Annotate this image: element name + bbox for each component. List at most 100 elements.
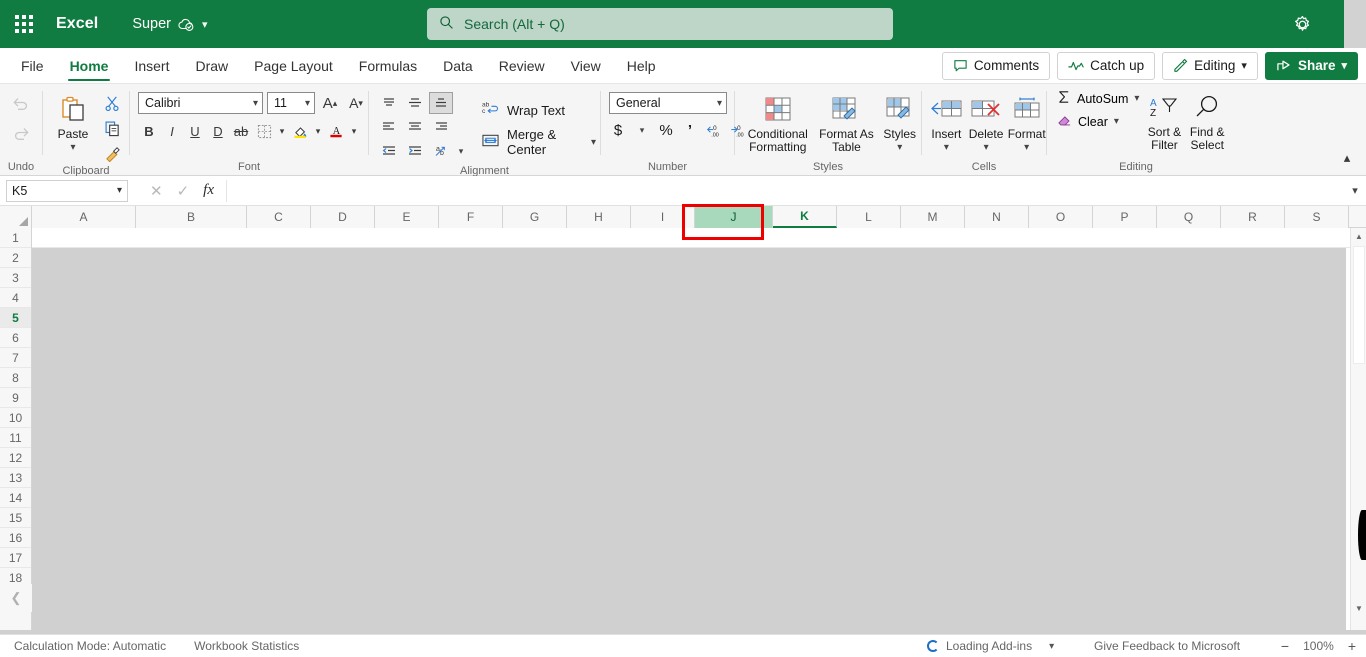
row-header-14[interactable]: 14 [0, 488, 31, 508]
column-header-r[interactable]: R [1221, 206, 1285, 228]
align-middle-icon[interactable] [403, 92, 427, 114]
format-cells-button[interactable]: Format ▾ [1007, 90, 1046, 154]
chevron-down-icon[interactable]: ▾ [1049, 641, 1054, 652]
chevron-down-icon[interactable]: ▾ [1344, 184, 1366, 197]
insert-cells-button[interactable]: Insert ▾ [928, 90, 965, 154]
tab-data[interactable]: Data [430, 48, 486, 83]
chevron-down-icon[interactable]: ▾ [984, 141, 989, 154]
column-header-c[interactable]: C [247, 206, 311, 228]
column-header-h[interactable]: H [567, 206, 631, 228]
chevron-down-icon[interactable]: ▾ [1341, 59, 1347, 72]
currency-icon[interactable]: $ [609, 122, 627, 139]
chevron-down-icon[interactable]: ▾ [591, 137, 596, 148]
chevron-down-icon[interactable]: ▾ [944, 141, 949, 154]
document-name[interactable]: Super ▾ [132, 16, 207, 33]
paste-button[interactable]: Paste ▾ [47, 90, 99, 154]
merge-center-button[interactable]: Merge & Center ▾ [477, 127, 600, 157]
row-header-15[interactable]: 15 [0, 508, 31, 528]
tab-draw[interactable]: Draw [182, 48, 241, 83]
chevron-down-icon[interactable]: ▾ [312, 120, 324, 142]
cut-icon[interactable] [101, 92, 123, 114]
vertical-scrollbar[interactable]: ▲ ▼ [1350, 228, 1366, 634]
scrollbar-thumb[interactable] [1353, 246, 1365, 364]
font-color-icon[interactable]: A [325, 120, 347, 142]
column-header-a[interactable]: A [32, 206, 136, 228]
underline-button[interactable]: U [184, 120, 206, 142]
workbook-statistics-status[interactable]: Workbook Statistics [194, 639, 299, 653]
comments-button[interactable]: Comments [941, 51, 1051, 80]
decrease-font-size-icon[interactable]: A ▾ [345, 92, 367, 114]
column-header-s[interactable]: S [1285, 206, 1349, 228]
chevron-down-icon[interactable]: ▾ [897, 141, 902, 154]
scroll-down-arrow-icon[interactable]: ▼ [1351, 600, 1366, 616]
chevron-down-icon[interactable]: ▾ [276, 120, 288, 142]
chevron-down-icon[interactable]: ▾ [455, 140, 467, 162]
tab-help[interactable]: Help [614, 48, 669, 83]
decrease-indent-icon[interactable] [377, 140, 401, 162]
chevron-down-icon[interactable]: ▾ [1134, 93, 1139, 104]
formula-input[interactable] [225, 179, 1340, 202]
percent-icon[interactable]: % [657, 122, 675, 139]
tab-view[interactable]: View [558, 48, 614, 83]
redo-icon[interactable] [10, 122, 32, 144]
chevron-down-icon[interactable]: ▾ [633, 125, 651, 136]
select-all-corner-icon[interactable] [0, 206, 32, 228]
row-header-3[interactable]: 3 [0, 268, 31, 288]
column-header-d[interactable]: D [311, 206, 375, 228]
calculation-mode-status[interactable]: Calculation Mode: Automatic [14, 639, 166, 653]
chevron-down-icon[interactable]: ▾ [1024, 141, 1029, 154]
row-header-11[interactable]: 11 [0, 428, 31, 448]
column-header-p[interactable]: P [1093, 206, 1157, 228]
tab-formulas[interactable]: Formulas [346, 48, 430, 83]
row-header-12[interactable]: 12 [0, 448, 31, 468]
row-header-17[interactable]: 17 [0, 548, 31, 568]
search-input[interactable]: Search (Alt + Q) [427, 8, 893, 40]
chevron-up-icon[interactable]: ▴ [1336, 147, 1358, 169]
cell-styles-button[interactable]: Styles ▾ [878, 90, 921, 154]
column-header-i[interactable]: I [631, 206, 695, 228]
format-as-table-button[interactable]: Format As Table ▾ [817, 90, 877, 154]
tab-review[interactable]: Review [486, 48, 558, 83]
align-left-icon[interactable] [377, 116, 401, 138]
chevron-down-icon[interactable]: ▾ [117, 185, 122, 196]
italic-button[interactable]: I [161, 120, 183, 142]
editing-mode-button[interactable]: Editing ▾ [1162, 51, 1258, 80]
name-box[interactable]: K5 ▾ [6, 179, 128, 202]
chevron-down-icon[interactable]: ▾ [1241, 59, 1247, 72]
column-header-b[interactable]: B [136, 206, 247, 228]
column-header-f[interactable]: F [439, 206, 503, 228]
column-header-n[interactable]: N [965, 206, 1029, 228]
column-header-k[interactable]: K [773, 206, 837, 228]
column-header-g[interactable]: G [503, 206, 567, 228]
delete-cells-button[interactable]: Delete ▾ [967, 90, 1006, 154]
loading-addins-status[interactable]: Loading Add-ins ▾ [927, 639, 1054, 653]
catch-up-button[interactable]: Catch up [1057, 51, 1156, 80]
scroll-up-arrow-icon[interactable]: ▲ [1351, 228, 1366, 244]
row-header-8[interactable]: 8 [0, 368, 31, 388]
share-button[interactable]: Share ▾ [1264, 51, 1358, 80]
format-painter-icon[interactable] [101, 142, 123, 164]
autosum-button[interactable]: AutoSum ▾ [1057, 90, 1139, 107]
chevron-down-icon[interactable]: ▾ [70, 141, 75, 154]
tab-insert[interactable]: Insert [121, 48, 182, 83]
close-icon[interactable]: ✕ [150, 182, 163, 200]
row-header-4[interactable]: 4 [0, 288, 31, 308]
sort-filter-button[interactable]: AZ Sort & Filter [1147, 88, 1181, 152]
gear-icon[interactable] [1288, 10, 1316, 38]
app-launcher-icon[interactable] [4, 4, 44, 44]
chevron-left-icon[interactable]: ❮ [0, 584, 32, 612]
font-size-select[interactable]: 11 ▾ [267, 92, 315, 114]
column-header-e[interactable]: E [375, 206, 439, 228]
column-header-j[interactable]: J [695, 206, 773, 228]
row-header-5[interactable]: 5 [0, 308, 31, 328]
font-family-select[interactable]: Calibri ▾ [138, 92, 263, 114]
increase-decimal-icon[interactable]: 0.00 [705, 123, 723, 139]
chevron-down-icon[interactable]: ▾ [348, 120, 360, 142]
row-header-1[interactable]: 1 [0, 228, 31, 248]
chevron-down-icon[interactable]: ▾ [202, 18, 208, 31]
clear-button[interactable]: Clear ▾ [1057, 113, 1139, 130]
undo-icon[interactable] [10, 92, 32, 114]
row-header-13[interactable]: 13 [0, 468, 31, 488]
fx-icon[interactable]: fx [203, 182, 214, 199]
row-header-16[interactable]: 16 [0, 528, 31, 548]
